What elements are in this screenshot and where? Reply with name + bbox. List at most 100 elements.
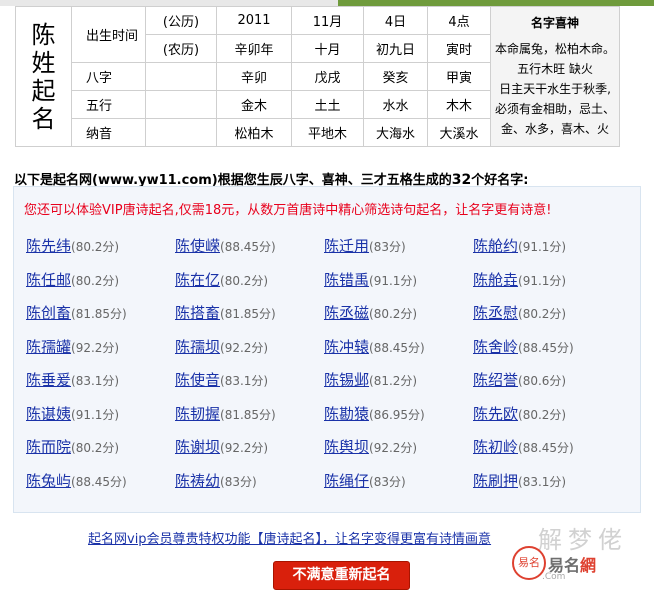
name-link[interactable]: 陈舱约 bbox=[473, 237, 518, 255]
name-result-item[interactable]: 陈锡邺(81.2分) bbox=[324, 369, 417, 390]
name-link[interactable]: 陈谢坝 bbox=[175, 438, 220, 456]
name-result-item[interactable]: 陈绳仔(83分) bbox=[324, 470, 406, 491]
name-link[interactable]: 陈冲辕 bbox=[324, 338, 369, 356]
name-result-item[interactable]: 陈舱约(91.1分) bbox=[473, 235, 566, 256]
name-result-item[interactable]: 陈兔屿(88.45分) bbox=[26, 470, 127, 491]
bazi-label: 八字 bbox=[71, 62, 146, 91]
name-link[interactable]: 陈创畜 bbox=[26, 304, 71, 322]
solar-day: 4日 bbox=[363, 6, 428, 35]
name-result-item[interactable]: 陈孺罐(92.2分) bbox=[26, 336, 119, 357]
empty-cell bbox=[145, 90, 217, 119]
lunar-hour: 寅时 bbox=[427, 34, 491, 63]
name-score: (83分) bbox=[369, 474, 406, 489]
name-score: (81.85分) bbox=[71, 307, 127, 321]
name-result-item[interactable]: 陈舍岭(88.45分) bbox=[473, 336, 574, 357]
name-link[interactable]: 陈舆坝 bbox=[324, 438, 369, 456]
name-result-item[interactable]: 陈勘猿(86.95分) bbox=[324, 403, 425, 424]
name-result-item[interactable]: 陈任邮(80.2分) bbox=[26, 269, 119, 290]
name-link[interactable]: 陈韧握 bbox=[175, 405, 220, 423]
name-link[interactable]: 陈使嵘 bbox=[175, 237, 220, 255]
name-link[interactable]: 陈兔屿 bbox=[26, 472, 71, 490]
name-link[interactable]: 陈丞慰 bbox=[473, 304, 518, 322]
solar-month: 11月 bbox=[291, 6, 364, 35]
name-link[interactable]: 陈先纬 bbox=[26, 237, 71, 255]
name-god-title: 名字喜神 bbox=[531, 16, 580, 30]
name-result-item[interactable]: 陈先纬(80.2分) bbox=[26, 235, 119, 256]
name-result-item[interactable]: 陈迁用(83分) bbox=[324, 235, 406, 256]
name-result-item[interactable]: 陈韧握(81.85分) bbox=[175, 403, 276, 424]
name-link[interactable]: 陈在亿 bbox=[175, 271, 220, 289]
wuxing-day: 水水 bbox=[363, 90, 428, 119]
name-link[interactable]: 陈绳仔 bbox=[324, 472, 369, 490]
name-link[interactable]: 陈锡邺 bbox=[324, 371, 369, 389]
watermark-text: 解梦佬 bbox=[538, 526, 628, 554]
name-link[interactable]: 陈祷幼 bbox=[175, 472, 220, 490]
name-score: (80.6分) bbox=[518, 374, 567, 388]
name-link[interactable]: 陈舍岭 bbox=[473, 338, 518, 356]
name-score: (92.2分) bbox=[71, 340, 120, 355]
name-score: (88.45分) bbox=[71, 474, 127, 489]
calendar-type-solar: (公历) bbox=[145, 6, 217, 35]
name-result-item[interactable]: 陈初岭(88.45分) bbox=[473, 436, 574, 457]
name-link[interactable]: 陈使音 bbox=[175, 371, 220, 389]
name-link[interactable]: 陈迁用 bbox=[324, 237, 369, 255]
name-result-item[interactable]: 陈祷幼(83分) bbox=[175, 470, 257, 491]
name-result-item[interactable]: 陈使嵘(88.45分) bbox=[175, 235, 276, 256]
solar-hour: 4点 bbox=[427, 6, 491, 35]
name-result-item[interactable]: 陈绍誉(80.6分) bbox=[473, 369, 566, 390]
wuxing-year: 金木 bbox=[216, 90, 292, 119]
name-link[interactable]: 陈孺坝 bbox=[175, 338, 220, 356]
name-result-item[interactable]: 陈谢坝(92.2分) bbox=[175, 436, 268, 457]
name-link[interactable]: 陈刷押 bbox=[473, 472, 518, 490]
name-link[interactable]: 陈任邮 bbox=[26, 271, 71, 289]
name-link[interactable]: 陈丞磁 bbox=[324, 304, 369, 322]
vip-tang-poetry-link[interactable]: 起名网vip会员尊贵特权功能【唐诗起名】，让名字变得更富有诗情画意 bbox=[88, 528, 491, 547]
name-link[interactable]: 陈绍誉 bbox=[473, 371, 518, 389]
name-result-item[interactable]: 陈创畜(81.85分) bbox=[26, 302, 127, 323]
surname-char: 名 bbox=[31, 104, 56, 133]
name-result-item[interactable]: 陈丞慰(80.2分) bbox=[473, 302, 566, 323]
empty-cell bbox=[145, 62, 217, 91]
name-score: (80.2分) bbox=[71, 441, 120, 455]
name-link[interactable]: 陈错禹 bbox=[324, 271, 369, 289]
name-result-item[interactable]: 陈错禹(91.1分) bbox=[324, 269, 417, 290]
name-score: (80.2分) bbox=[220, 273, 269, 288]
name-result-item[interactable]: 陈使音(83.1分) bbox=[175, 369, 268, 390]
name-link[interactable]: 陈舱垚 bbox=[473, 271, 518, 289]
name-god-line: 必须有金相助，忌土、 bbox=[495, 102, 616, 116]
name-score: (92.2分) bbox=[220, 340, 269, 355]
name-result-item[interactable]: 陈冲辕(88.45分) bbox=[324, 336, 425, 357]
name-link[interactable]: 陈勘猿 bbox=[324, 405, 369, 423]
name-link[interactable]: 陈孺罐 bbox=[26, 338, 71, 356]
name-result-item[interactable]: 陈舆坝(92.2分) bbox=[324, 436, 417, 457]
name-link[interactable]: 陈先欧 bbox=[473, 405, 518, 423]
name-result-item[interactable]: 陈舱垚(91.1分) bbox=[473, 269, 566, 290]
name-link[interactable]: 陈而院 bbox=[26, 438, 71, 456]
nayin-label: 纳音 bbox=[71, 118, 146, 147]
name-result-item[interactable]: 陈垂爰(83.1分) bbox=[26, 369, 119, 390]
name-link[interactable]: 陈搭畜 bbox=[175, 304, 220, 322]
name-result-item[interactable]: 陈先欧(80.2分) bbox=[473, 403, 566, 424]
name-score: (81.85分) bbox=[220, 307, 276, 321]
surname-char: 姓 bbox=[31, 48, 56, 77]
name-score: (81.2分) bbox=[369, 374, 418, 388]
name-result-item[interactable]: 陈谌姨(91.1分) bbox=[26, 403, 119, 424]
names-panel: 您还可以体验VIP唐诗起名,仅需18元，从数万首唐诗中精心筛选诗句起名，让名字更… bbox=[13, 186, 641, 513]
name-link[interactable]: 陈谌姨 bbox=[26, 405, 71, 423]
name-link[interactable]: 陈初岭 bbox=[473, 438, 518, 456]
name-result-item[interactable]: 陈在亿(80.2分) bbox=[175, 269, 268, 290]
name-result-item[interactable]: 陈而院(80.2分) bbox=[26, 436, 119, 457]
name-result-item[interactable]: 陈丞磁(80.2分) bbox=[324, 302, 417, 323]
vip-notice-link[interactable]: 您还可以体验VIP唐诗起名,仅需18元，从数万首唐诗中精心筛选诗句起名，让名字更… bbox=[24, 199, 551, 218]
name-score: (83分) bbox=[369, 240, 406, 254]
name-result-item[interactable]: 陈孺坝(92.2分) bbox=[175, 336, 268, 357]
wuxing-hour: 木木 bbox=[427, 90, 491, 119]
surname-char: 起 bbox=[31, 76, 56, 105]
name-result-item[interactable]: 陈刷押(83.1分) bbox=[473, 470, 566, 491]
name-link[interactable]: 陈垂爰 bbox=[26, 371, 71, 389]
lunar-day: 初九日 bbox=[363, 34, 428, 63]
regenerate-names-button[interactable]: 不满意重新起名 bbox=[273, 561, 410, 590]
name-score: (88.45分) bbox=[518, 441, 574, 455]
name-result-item[interactable]: 陈搭畜(81.85分) bbox=[175, 302, 276, 323]
name-god-line: 金、水多，喜木、火 bbox=[501, 122, 610, 136]
